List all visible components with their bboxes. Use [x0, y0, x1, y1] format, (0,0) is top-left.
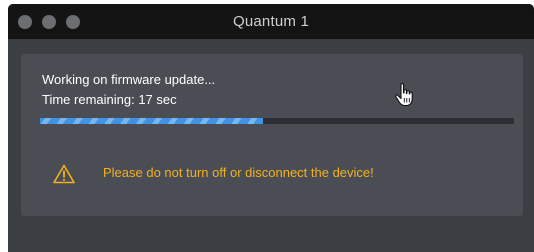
firmware-progress-bar — [40, 118, 514, 124]
warning-message: Please do not turn off or disconnect the… — [103, 165, 374, 180]
title-bar[interactable]: Quantum 1 — [8, 4, 534, 39]
hand-pointer-cursor-icon — [395, 83, 413, 107]
time-remaining-text: Time remaining: 17 sec — [42, 92, 177, 107]
warning-triangle-icon — [53, 164, 75, 184]
firmware-update-window: Quantum 1 Working on firmware update... … — [8, 4, 534, 252]
window-title: Quantum 1 — [232, 13, 309, 30]
progress-bar-fill — [40, 118, 263, 124]
update-status-text: Working on firmware update... — [42, 72, 216, 87]
update-status-panel: Working on firmware update... Time remai… — [21, 54, 523, 216]
